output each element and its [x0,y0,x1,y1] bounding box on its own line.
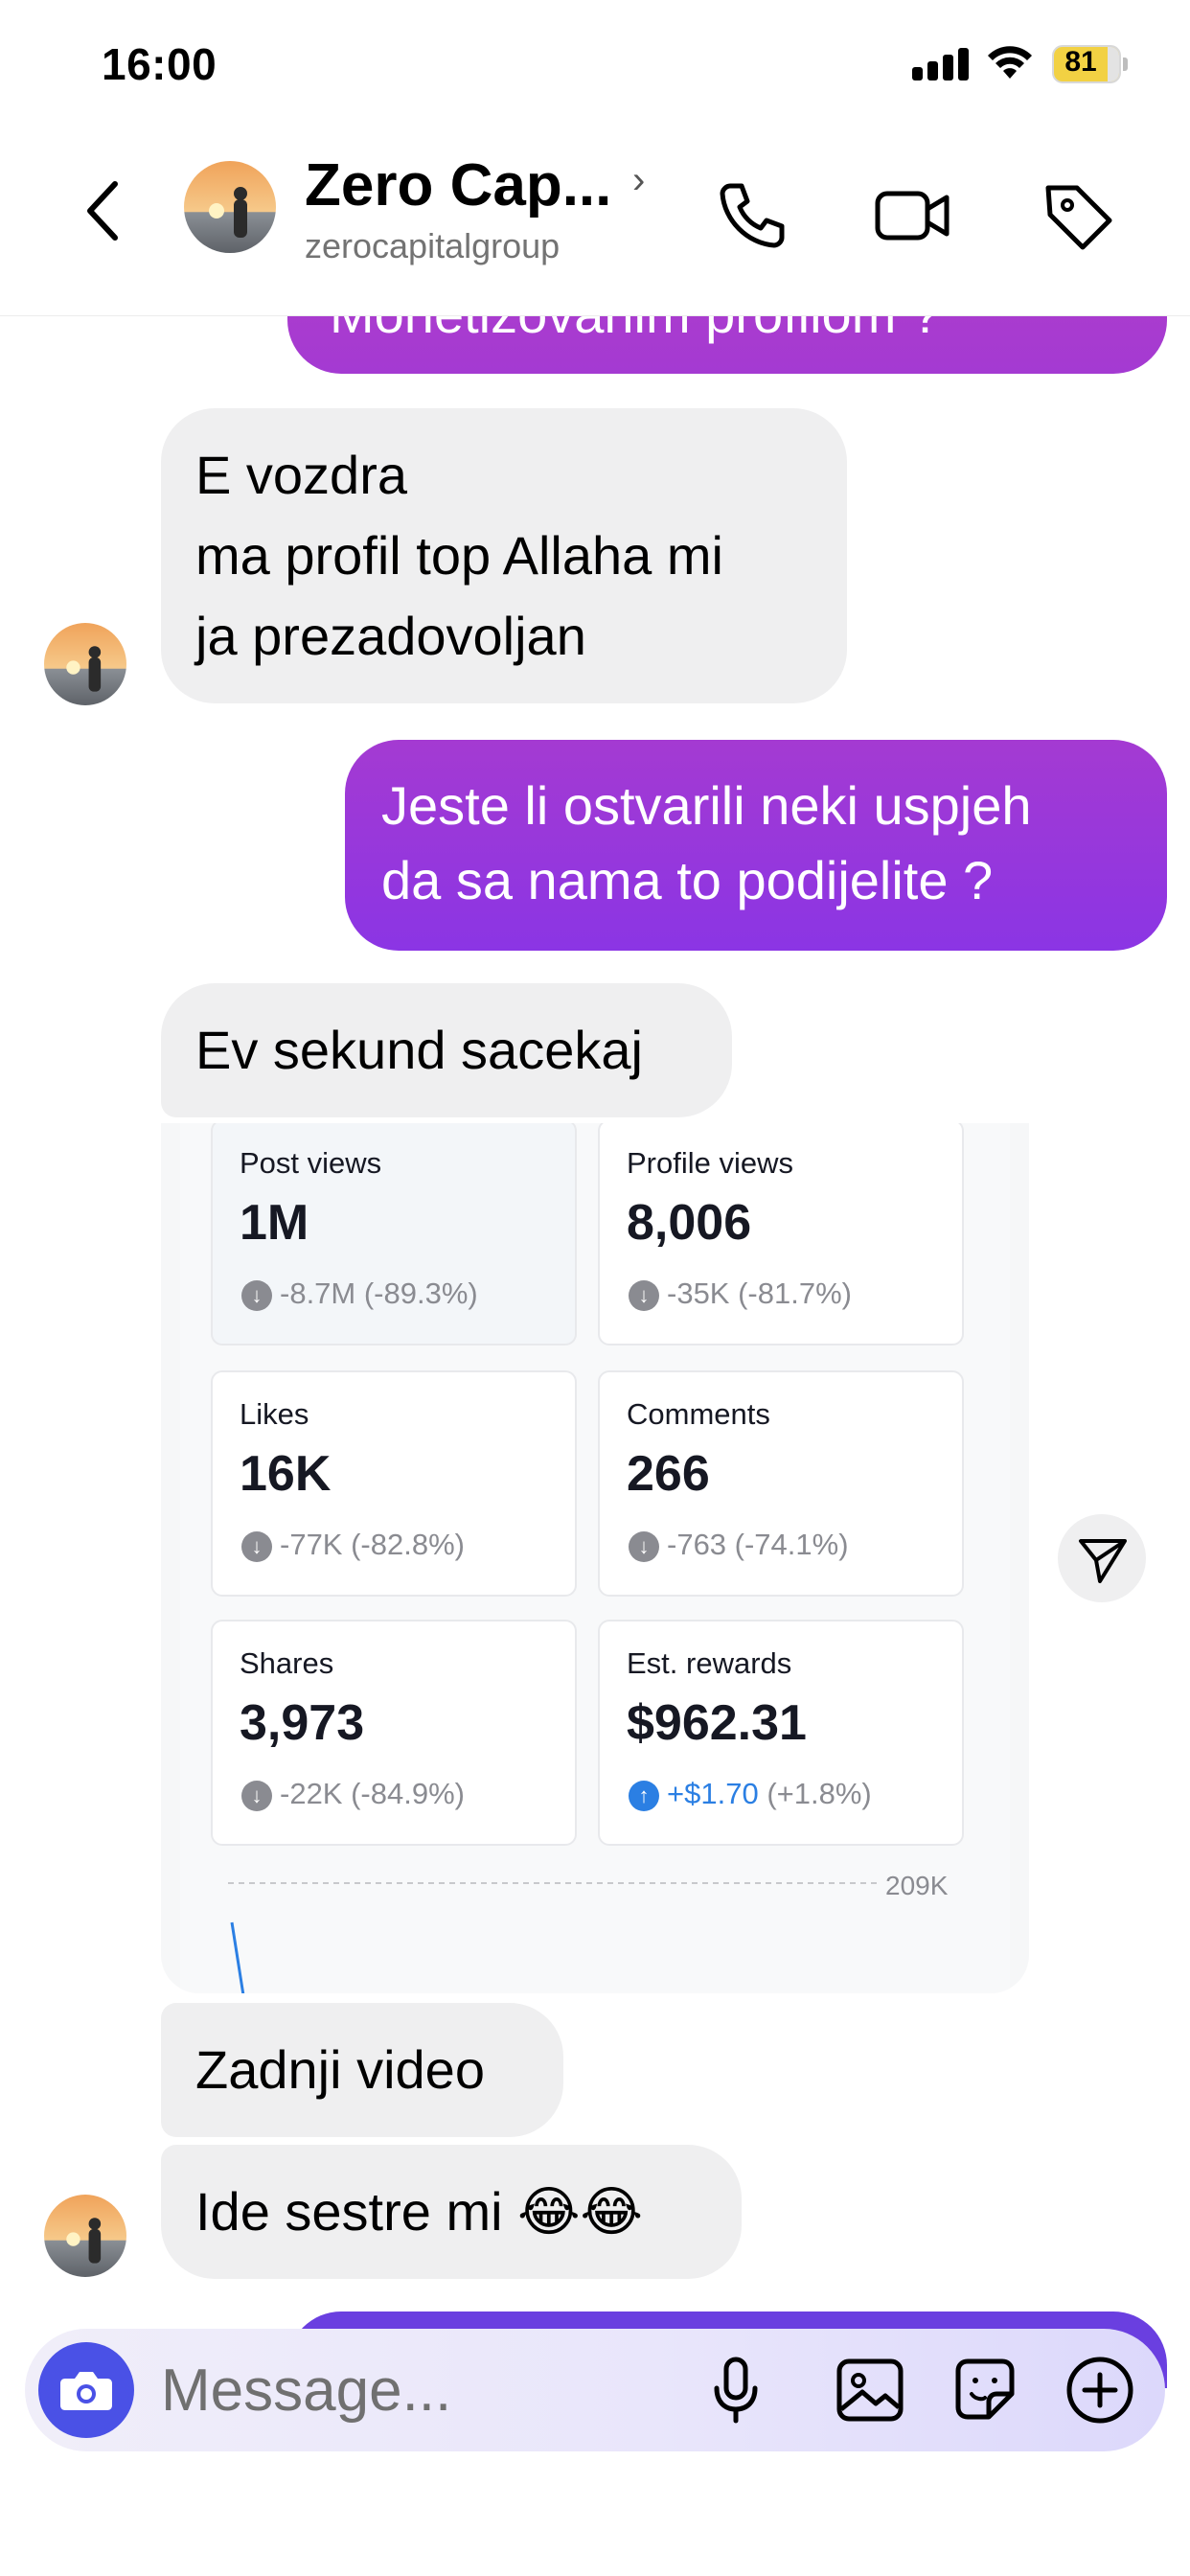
message-bubble-received[interactable]: E vozdra ma profil top Allaha mi ja prez… [161,408,847,703]
chevron-right-icon[interactable]: › [632,159,645,202]
contact-handle[interactable]: zerocapitalgroup [305,226,560,266]
message-input[interactable] [161,2350,698,2430]
status-bar: 16:00 81 [0,0,1190,125]
message-line: da sa nama to podijelite ? [381,850,994,910]
message-line: E vozdra [195,445,407,505]
send-icon [1079,1539,1127,1583]
stat-card-likes: Likes 16K ↓ -77K (-82.8%) [211,1370,577,1597]
arrow-down-icon: ↓ [629,1279,659,1311]
chart-axis-label: 209K [885,1871,949,1900]
message-bubble-received[interactable]: Ide sestre mi 😂😂 [161,2145,742,2279]
avatar[interactable] [44,623,126,705]
back-icon[interactable] [75,172,132,249]
phone-icon[interactable] [709,172,795,259]
share-button[interactable] [1058,1514,1146,1602]
message-bubble-received[interactable]: Ev sekund sacekaj [161,983,732,1117]
message-list[interactable]: Monetizovanim profilom ? E vozdra ma pro… [0,316,1190,2300]
stat-card-post-views: Post views 1M ↓ -8.7M (-89.3%) [211,1123,577,1346]
stat-card-comments: Comments 266 ↓ -763 (-74.1%) [598,1370,964,1597]
chart-line [230,1921,245,1993]
message-bubble-sent[interactable]: Jeste li ostvarili neki uspjeh da sa nam… [345,740,1167,951]
camera-button[interactable] [38,2342,134,2438]
arrow-down-icon: ↓ [241,1780,272,1811]
message-bubble-received[interactable]: Zadnji video [161,2003,563,2137]
message-line: ja prezadovoljan [195,606,586,666]
message-line: ma profil top Allaha mi [195,525,723,586]
signal-icon [912,46,972,80]
chart-gridline [228,1882,880,1884]
arrow-up-icon: ↑ [629,1780,659,1811]
arrow-down-icon: ↓ [241,1279,272,1311]
sticker-icon[interactable] [945,2350,1025,2430]
message-line: Jeste li ostvarili neki uspjeh [381,775,1032,836]
chat-header: Zero Cap... › zerocapitalgroup [0,125,1190,316]
avatar[interactable] [44,2195,126,2277]
arrow-down-icon: ↓ [241,1530,272,1562]
battery-icon: 81 [1052,45,1128,83]
battery-level: 81 [1064,46,1097,78]
arrow-down-icon: ↓ [629,1530,659,1562]
contact-name[interactable]: Zero Cap... [305,151,611,219]
avatar[interactable] [184,161,276,253]
shared-image[interactable]: Post views 1M ↓ -8.7M (-89.3%) Profile vi… [161,1123,1029,1993]
stat-card-profile-views: Profile views 8,006 ↓ -35K (-81.7%) [598,1123,964,1346]
plus-icon[interactable] [1060,2350,1140,2430]
gallery-icon[interactable] [830,2350,910,2430]
message-bubble-sent[interactable]: Monetizovanim profilom ? [287,316,1167,374]
wifi-icon [988,46,1032,79]
camera-icon [60,2372,112,2410]
tag-icon[interactable] [1035,172,1121,259]
status-time: 16:00 [102,39,217,89]
stat-card-est-rewards: Est. rewards $962.31 ↑ +$1.70 (+1.8%) [598,1620,964,1846]
stat-card-shares: Shares 3,973 ↓ -22K (-84.9%) [211,1620,577,1846]
video-camera-icon[interactable] [870,172,956,259]
message-composer [25,2329,1165,2451]
microphone-icon[interactable] [696,2350,776,2430]
